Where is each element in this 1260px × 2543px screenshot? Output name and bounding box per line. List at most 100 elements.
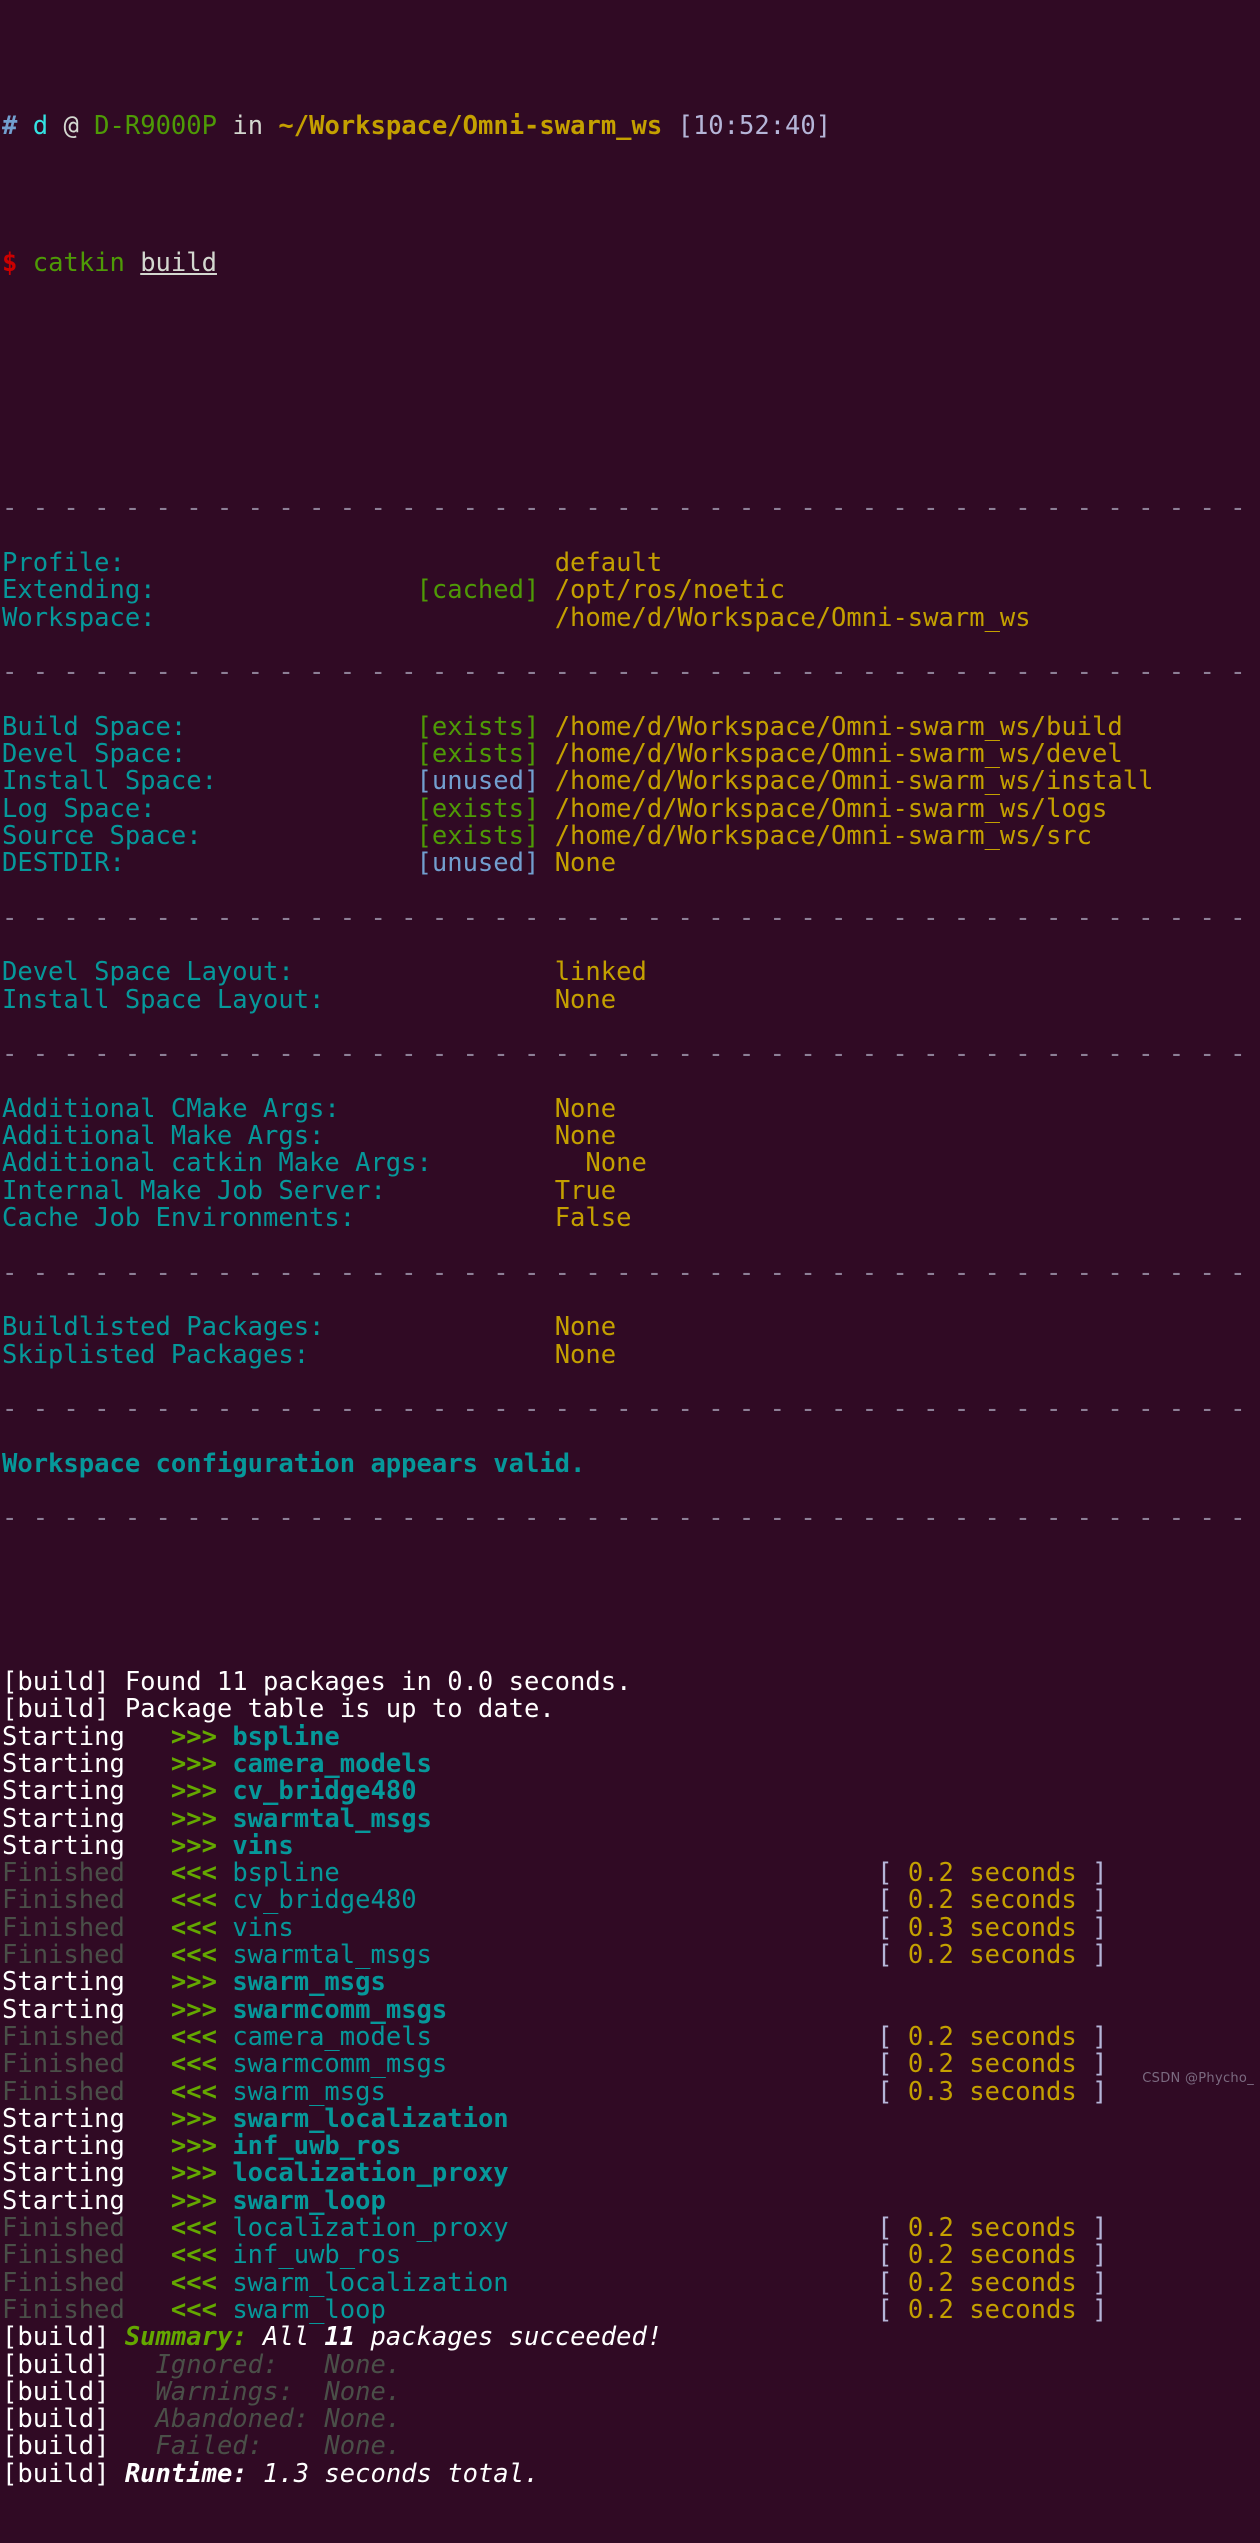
job-state: Starting <box>2 2131 171 2162</box>
config-value: /home/d/Workspace/Omni-swarm_ws/build <box>554 711 1123 742</box>
job-time-open: [ <box>877 1885 908 1916</box>
job-package: swarmcomm_msgs <box>232 1994 448 2025</box>
job-state: Finished <box>2 2267 171 2298</box>
config-status-empty <box>401 1121 555 1151</box>
config-status: [exists] <box>401 793 555 824</box>
separator-dashes: - - - - - - - - - - - - - - - - - - - - … <box>2 1394 1246 1425</box>
job-line: Starting >>> bspline <box>2 1721 1260 1752</box>
summary-detail-value: None. <box>324 2376 402 2407</box>
job-package: inf_uwb_ros <box>232 2131 402 2162</box>
job-package: swarmcomm_msgs <box>232 2049 448 2080</box>
config-value: None <box>554 848 617 879</box>
config-row: Skiplisted Packages: None <box>2 1339 1260 1370</box>
job-package: swarmtal_msgs <box>232 1940 432 1971</box>
config-label: Workspace: <box>2 602 402 633</box>
workspace-config: - - - - - - - - - - - - - - - - - - - - … <box>2 495 1260 1560</box>
job-arrow: <<< <box>170 2213 233 2244</box>
summary-line: [build] Summary: All 11 packages succeed… <box>2 2324 1260 2351</box>
summary-detail-line: [build] Failed: None. <box>2 2433 1260 2460</box>
job-arrow: >>> <box>170 1749 233 1779</box>
job-time-close: ] <box>1076 2213 1108 2244</box>
job-state: Starting <box>2 1721 171 1752</box>
config-label: Cache Job Environments: <box>2 1203 402 1234</box>
config-value: /opt/ros/noetic <box>554 575 785 606</box>
config-row: Devel Space Layout: linked <box>2 959 1260 986</box>
config-value: /home/d/Workspace/Omni-swarm_ws/logs <box>554 793 1108 824</box>
job-package: bspline <box>232 1721 340 1752</box>
valid-message-text: Workspace configuration appears valid. <box>2 1448 586 1479</box>
job-time-value: 0.2 seconds <box>907 2294 1077 2325</box>
job-state: Starting <box>2 1803 171 1834</box>
separator-dashes: - - - - - - - - - - - - - - - - - - - - … <box>2 1257 1246 1288</box>
config-value: /home/d/Workspace/Omni-swarm_ws/src <box>554 820 1093 851</box>
build-text: Package table is up to date. <box>109 1694 555 1725</box>
job-line: Finished <<< swarmcomm_msgs [ 0.2 second… <box>2 2051 1260 2078</box>
config-label: Internal Make Job Server: <box>2 1175 402 1206</box>
job-state: Starting <box>2 1776 171 1807</box>
job-package: swarm_msgs <box>232 2076 386 2107</box>
config-row: Workspace: /home/d/Workspace/Omni-swarm_… <box>2 602 1260 633</box>
prompt-path: ~/Workspace/Omni-swarm_ws <box>278 111 663 142</box>
config-value: None <box>554 1312 617 1343</box>
summary-detail-label: Ignored: <box>155 2349 325 2380</box>
job-line: Starting >>> swarmtal_msgs <box>2 1803 1260 1834</box>
job-time-close: ] <box>1076 2021 1108 2052</box>
job-package: swarm_loop <box>232 2294 386 2325</box>
config-row: Cache Job Environments: False <box>2 1203 1260 1234</box>
job-package: swarm_loop <box>232 2185 386 2216</box>
summary-detail-value: None. <box>324 2431 402 2462</box>
job-time-value: 0.2 seconds <box>907 1858 1077 1889</box>
job-line: Finished <<< inf_uwb_ros [ 0.2 seconds ] <box>2 2242 1260 2269</box>
config-row: Additional Make Args: None <box>2 1123 1260 1150</box>
job-arrow: <<< <box>170 1885 233 1916</box>
job-state: Finished <box>2 2021 171 2052</box>
job-state: Finished <box>2 2076 171 2107</box>
job-package: vins <box>232 1912 294 1943</box>
prompt-time: [10:52:40] <box>677 111 832 142</box>
job-arrow: >>> <box>170 1776 233 1807</box>
separator-line: - - - - - - - - - - - - - - - - - - - - … <box>2 1257 1260 1288</box>
job-package: cv_bridge480 <box>232 1776 417 1807</box>
config-label: Install Space Layout: <box>2 984 402 1015</box>
job-line: Finished <<< localization_proxy [ 0.2 se… <box>2 2213 1260 2244</box>
prompt-dollar: $ <box>2 247 18 278</box>
prompt-host: D-R9000P <box>94 111 217 142</box>
job-state: Starting <box>2 2185 171 2216</box>
job-package: inf_uwb_ros <box>232 2240 402 2271</box>
config-value: None <box>554 1339 617 1370</box>
job-arrow: >>> <box>170 2185 233 2216</box>
prompt-line-1: # d @ D-R9000P in ~/Workspace/Omni-swarm… <box>2 113 1260 140</box>
job-time-open: [ <box>877 1858 908 1889</box>
config-label: Skiplisted Packages: <box>2 1339 402 1370</box>
summary-detail-line: [build] Warnings: None. <box>2 2376 1260 2407</box>
job-state: Finished <box>2 2049 171 2080</box>
summary-detail-label: Abandoned: <box>155 2404 325 2435</box>
job-line: Finished <<< swarmtal_msgs [ 0.2 seconds… <box>2 1940 1260 1971</box>
config-value: /home/d/Workspace/Omni-swarm_ws/install <box>554 766 1154 797</box>
job-state: Starting <box>2 1749 171 1779</box>
config-value: default <box>554 547 663 578</box>
runtime-tag: [build] <box>2 2458 125 2489</box>
job-time-open: [ <box>877 2021 908 2052</box>
job-time-value: 0.2 seconds <box>907 2049 1077 2080</box>
job-line: Finished <<< bspline [ 0.2 seconds ] <box>2 1860 1260 1887</box>
job-time-value: 0.2 seconds <box>907 1940 1077 1971</box>
job-package: swarm_localization <box>232 2103 509 2134</box>
config-value: True <box>554 1175 617 1206</box>
config-status-empty <box>401 957 555 987</box>
config-value: None <box>554 1093 617 1124</box>
job-time-close: ] <box>1076 1912 1108 1943</box>
config-status: [exists] <box>401 739 555 770</box>
job-state: Finished <box>2 1858 171 1889</box>
config-status-empty <box>401 1312 555 1342</box>
job-gap <box>340 1858 877 1888</box>
job-time-open: [ <box>877 1940 908 1971</box>
config-row: Log Space: [exists] /home/d/Workspace/Om… <box>2 793 1260 824</box>
watermark: CSDN @Phycho_ <box>1142 2070 1254 2086</box>
job-state: Finished <box>2 2213 171 2244</box>
